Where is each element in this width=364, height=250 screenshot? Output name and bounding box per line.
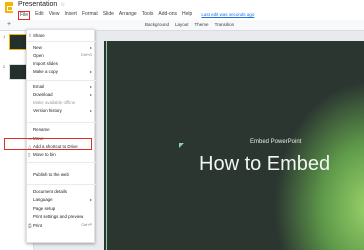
menu-item-download[interactable]: Download ▸ <box>27 91 96 99</box>
last-edit-link[interactable]: Last edit was seconds ago <box>201 11 254 20</box>
menu-item-rename[interactable]: Rename <box>27 126 96 134</box>
menu-addons[interactable]: Add-ons <box>158 11 177 20</box>
menu-item-share[interactable]: ⇪ Share <box>27 32 96 40</box>
menu-item-page-setup[interactable]: Page setup <box>27 205 96 213</box>
divider <box>27 41 96 42</box>
menu-item-make-offline: Make available offline <box>33 100 76 105</box>
menu-help[interactable]: Help <box>182 11 192 20</box>
menu-item-document-details[interactable]: Document details <box>27 188 96 196</box>
background-button[interactable]: Background <box>145 22 169 27</box>
slide-accent-line <box>106 41 107 250</box>
menu-item-move-to-bin[interactable]: ▯ Move to bin <box>27 151 96 159</box>
menu-tools[interactable]: Tools <box>142 11 154 20</box>
menu-edit[interactable]: Edit <box>35 11 44 20</box>
menu-item-make-copy[interactable]: Make a copy ▸ <box>27 68 96 76</box>
menu-item-publish-to-web[interactable]: Publish to the web <box>27 171 96 179</box>
thumbnail-number: 1 <box>3 34 6 39</box>
layout-button[interactable]: Layout <box>175 22 189 27</box>
file-menu: ⇪ Share New ▸ Open Ctrl+O Import slides … <box>26 29 96 243</box>
divider <box>27 122 96 123</box>
menu-item-email[interactable]: Email ▸ <box>27 83 96 91</box>
menu-insert[interactable]: Insert <box>64 11 77 20</box>
menu-bar: File Edit View Insert Format Slide Arran… <box>18 11 254 20</box>
menu-arrange[interactable]: Arrange <box>119 11 137 20</box>
new-slide-button[interactable]: + <box>7 21 11 28</box>
menu-view[interactable]: View <box>49 11 60 20</box>
chevron-right-icon: ▸ <box>89 92 92 97</box>
star-icon[interactable]: ☆ <box>60 1 65 8</box>
chevron-right-icon: ▸ <box>89 69 92 74</box>
menu-item-open[interactable]: Open Ctrl+O <box>27 52 96 60</box>
menu-item-language[interactable]: Language ▸ <box>27 196 96 204</box>
publish-highlight-box <box>4 138 92 150</box>
divider <box>27 162 96 163</box>
printer-icon: ⎙ <box>28 223 32 228</box>
theme-button[interactable]: Theme <box>195 22 209 27</box>
menu-slide[interactable]: Slide <box>103 11 114 20</box>
chevron-right-icon: ▸ <box>89 84 92 89</box>
menu-item-print-settings[interactable]: Print settings and preview <box>27 213 96 221</box>
slide-title[interactable]: How to Embed <box>199 153 330 176</box>
menu-format[interactable]: Format <box>82 11 98 20</box>
divider <box>27 80 96 81</box>
chevron-right-icon: ▸ <box>89 45 92 50</box>
transition-button[interactable]: Transition <box>215 22 235 27</box>
trash-icon: ▯ <box>28 152 31 157</box>
share-icon: ⇪ <box>28 33 32 38</box>
chevron-right-icon: ▸ <box>89 108 92 113</box>
menu-file[interactable]: File <box>18 11 31 20</box>
header: Presentation ☆ File Edit View Insert For… <box>0 0 364 20</box>
slide-subtitle[interactable]: Embed PowerPoint <box>250 139 301 145</box>
menu-item-version-history[interactable]: Version history ▸ <box>27 107 96 115</box>
slide-accent-triangle <box>179 143 184 148</box>
menu-item-new[interactable]: New ▸ <box>27 44 96 52</box>
document-title[interactable]: Presentation <box>18 1 57 8</box>
menu-item-print[interactable]: ⎙ Print Ctrl+P <box>27 222 96 230</box>
slide-canvas[interactable]: Embed PowerPoint How to Embed <box>104 41 364 250</box>
chevron-right-icon: ▸ <box>89 197 92 202</box>
divider <box>27 184 96 185</box>
slides-logo-icon[interactable] <box>5 2 13 13</box>
menu-item-import-slides[interactable]: Import slides <box>27 60 96 68</box>
thumbnail-number: 2 <box>3 64 6 69</box>
toolbar-slide-actions: Background Layout Theme Transition <box>145 22 234 27</box>
